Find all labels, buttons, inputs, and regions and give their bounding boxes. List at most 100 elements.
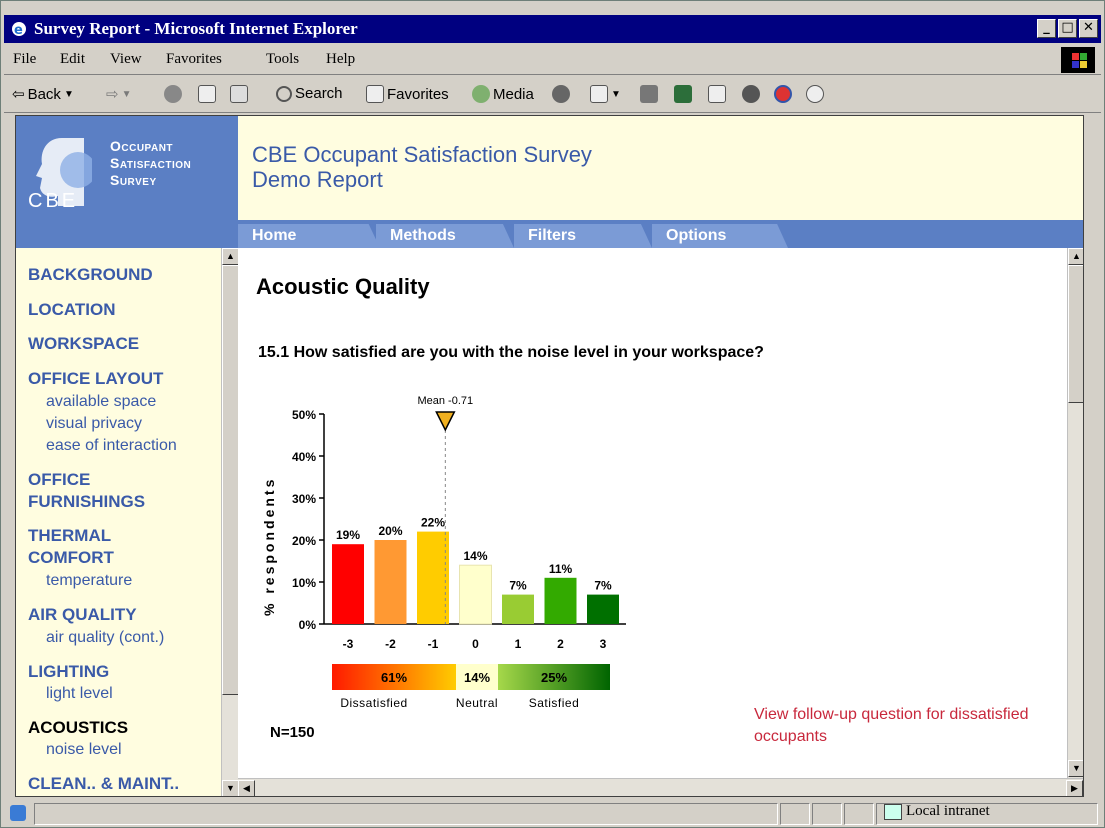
back-button[interactable]: ⇦ Back ▼ (12, 85, 74, 104)
search-label: Search (295, 85, 343, 102)
mail-button[interactable]: ▼ (590, 85, 621, 103)
x-tick-label: 2 (557, 637, 564, 651)
minimize-button[interactable]: _ (1037, 19, 1056, 38)
main-content: Acoustic Quality 15.1 How satisfied are … (238, 248, 1083, 778)
bar-value-label: 7% (509, 579, 527, 593)
scroll-down-button[interactable]: ▼ (1068, 760, 1083, 777)
sidebar-item-thermal-comfort[interactable]: THERMAL COMFORT (28, 525, 114, 569)
messenger-button[interactable] (774, 85, 792, 103)
status-bar: Local intranet (4, 801, 1101, 827)
toolbar: ⇦ Back ▼ ⇨ ▼ Search Favorites Media ▼ (4, 77, 1101, 113)
title-bar[interactable]: e Survey Report - Microsoft Internet Exp… (4, 15, 1101, 43)
close-button[interactable]: ✕ (1079, 19, 1098, 38)
edit-button[interactable] (674, 85, 692, 103)
sidebar-subitem-noise-level[interactable]: noise level (46, 741, 122, 759)
sidebar-subitem-ease-of-interaction[interactable]: ease of interaction (46, 437, 177, 455)
question-text: 15.1 How satisfied are you with the nois… (258, 344, 764, 361)
bar (544, 577, 577, 624)
forward-button[interactable]: ⇨ ▼ (106, 85, 131, 103)
sidebar-item-air-quality[interactable]: AIR QUALITY (28, 604, 137, 626)
menu-tools[interactable]: Tools (266, 51, 299, 68)
menu-file[interactable]: File (13, 51, 36, 68)
media-button[interactable]: Media (472, 85, 534, 103)
history-button[interactable] (552, 85, 570, 103)
discuss-icon (708, 85, 726, 103)
discuss-button[interactable] (708, 85, 726, 103)
logo-line-occupant: Occupant (110, 138, 174, 154)
bar (587, 594, 619, 624)
tab-methods[interactable]: Methods (376, 224, 514, 248)
research-button[interactable] (742, 85, 760, 103)
window-title: Survey Report - Microsoft Internet Explo… (34, 19, 358, 38)
bar-value-label: 19% (336, 528, 360, 542)
page-title: Acoustic Quality (256, 274, 430, 299)
sample-size: N=150 (270, 724, 315, 741)
page-viewport: Occupant Satisfaction Survey CBE CBE Occ… (15, 115, 1084, 797)
menu-favorites[interactable]: Favorites (166, 51, 222, 68)
sidebar-subitem-available-space[interactable]: available space (46, 393, 156, 411)
horizontal-scrollbar[interactable]: ◀ ▶ (238, 778, 1083, 796)
forward-arrow-icon: ⇨ (106, 86, 119, 103)
followup-question-link[interactable]: View follow-up question for dissatisfied… (754, 704, 1074, 748)
scroll-right-button[interactable]: ▶ (1066, 780, 1083, 796)
scroll-down-button[interactable]: ▼ (222, 780, 239, 796)
menu-help[interactable]: Help (326, 51, 355, 68)
favorites-button[interactable]: Favorites (366, 85, 449, 103)
sidebar-scrollbar[interactable]: ▲ ▼ (221, 248, 239, 796)
refresh-button[interactable] (198, 85, 216, 103)
sidebar-item-acoustics[interactable]: ACOUSTICS (28, 717, 128, 739)
sidebar-nav: BACKGROUND LOCATION WORKSPACE OFFICE LAY… (16, 248, 222, 796)
print-button[interactable] (640, 85, 658, 103)
sidebar-item-location[interactable]: LOCATION (28, 299, 116, 321)
sidebar-subitem-visual-privacy[interactable]: visual privacy (46, 415, 142, 433)
sidebar-subitem-temperature[interactable]: temperature (46, 572, 132, 590)
scroll-up-button[interactable]: ▲ (1068, 248, 1083, 265)
bar (459, 564, 492, 625)
menu-edit[interactable]: Edit (60, 51, 85, 68)
edit-icon (674, 85, 692, 103)
sidebar-item-workspace[interactable]: WORKSPACE (28, 333, 139, 355)
scroll-up-button[interactable]: ▲ (222, 248, 239, 265)
menu-view[interactable]: View (110, 51, 142, 68)
status-panel (844, 803, 874, 825)
maximize-button[interactable]: □ (1058, 19, 1077, 38)
content-scrollbar[interactable]: ▲ ▼ (1067, 248, 1083, 778)
x-tick-label: -3 (343, 637, 354, 651)
x-tick-label: 1 (515, 637, 522, 651)
y-tick-label: 40% (292, 450, 316, 464)
y-tick-label: 50% (292, 408, 316, 422)
tab-options[interactable]: Options (652, 224, 788, 248)
bar (502, 594, 534, 624)
scroll-left-button[interactable]: ◀ (238, 780, 255, 796)
bar (374, 540, 407, 624)
sidebar-item-cleaning-maintenance[interactable]: CLEAN.. & MAINT.. (28, 773, 179, 795)
sidebar-item-office-layout[interactable]: OFFICE LAYOUT (28, 368, 163, 390)
scroll-thumb[interactable] (1068, 265, 1083, 403)
sidebar-item-background[interactable]: BACKGROUND (28, 264, 153, 286)
home-button[interactable] (230, 85, 248, 103)
tab-home[interactable]: Home (238, 224, 380, 248)
mean-marker-icon (435, 411, 456, 432)
x-tick-label: -1 (428, 637, 439, 651)
satisfaction-chart: 0% 10% 20% 30% 40% 50% % respondents 19% -3 20% -2… (261, 396, 626, 710)
mean-label: Mean -0.71 (417, 396, 473, 407)
bar-value-label: 11% (549, 562, 573, 576)
y-tick-label: 20% (292, 534, 316, 548)
sidebar-subitem-light-level[interactable]: light level (46, 685, 113, 703)
report-title: CBE Occupant Satisfaction Survey Demo Re… (252, 142, 592, 192)
sidebar-item-lighting[interactable]: LIGHTING (28, 661, 109, 683)
chat-button[interactable] (806, 85, 824, 103)
mail-icon (590, 85, 608, 103)
favorites-label: Favorites (387, 85, 449, 103)
summary-value: 14% (464, 670, 490, 685)
search-button[interactable]: Search (276, 85, 343, 102)
summary-label: Neutral (456, 696, 498, 710)
scroll-thumb[interactable] (222, 265, 239, 695)
sidebar-item-office-furnishings[interactable]: OFFICE FURNISHINGS (28, 469, 145, 513)
chat-bubble-icon (806, 85, 824, 103)
tab-filters[interactable]: Filters (514, 224, 652, 248)
security-zone: Local intranet (884, 803, 990, 820)
site-logo[interactable]: Occupant Satisfaction Survey CBE (16, 116, 238, 248)
sidebar-subitem-air-quality-cont[interactable]: air quality (cont.) (46, 629, 164, 647)
stop-button[interactable] (164, 85, 182, 103)
